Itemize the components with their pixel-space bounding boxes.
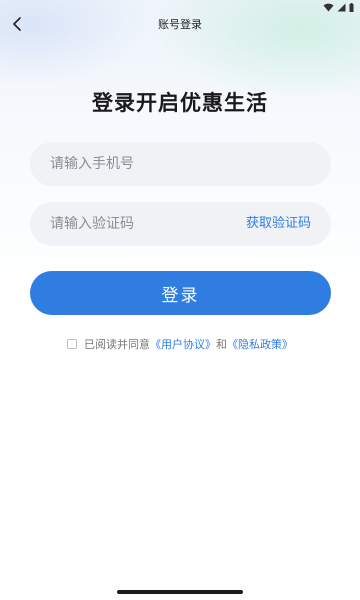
verification-code-field: 获取验证码 (30, 202, 331, 246)
agreement-conjunction: 和 (216, 338, 227, 351)
phone-field (30, 142, 331, 186)
verification-code-input[interactable] (50, 202, 230, 246)
phone-input[interactable] (50, 142, 310, 186)
navigation-bar: 账号登录 (0, 12, 360, 38)
headline: 登录开启优惠生活 (92, 91, 268, 115)
home-indicator[interactable] (117, 590, 243, 594)
battery-icon (349, 2, 354, 12)
page-title: 账号登录 (158, 18, 202, 31)
privacy-policy-link[interactable]: 《隐私政策》 (227, 336, 293, 352)
agreement-checkbox[interactable] (67, 339, 77, 349)
agreement-row: 已阅读并同意 《用户协议》 和 《隐私政策》 (0, 336, 360, 352)
get-code-button[interactable]: 获取验证码 (246, 202, 311, 246)
login-button[interactable]: 登录 (30, 271, 331, 315)
user-agreement-link[interactable]: 《用户协议》 (150, 336, 216, 352)
signal-icon (337, 3, 346, 12)
wifi-icon (323, 3, 334, 12)
agreement-prefix: 已阅读并同意 (84, 338, 150, 351)
